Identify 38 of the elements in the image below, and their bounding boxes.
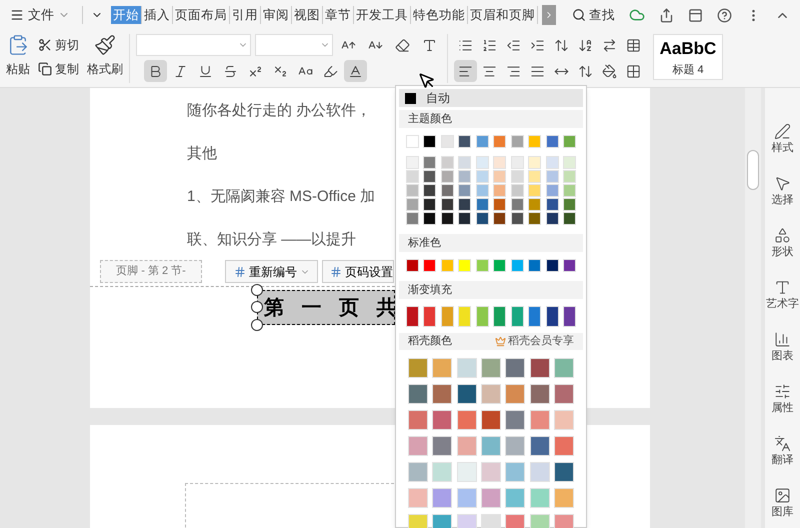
ribbon-tab[interactable]: 特色功能 <box>411 6 468 24</box>
sidebar-item[interactable]: 翻译 <box>772 435 794 473</box>
auto-color-item[interactable]: 自动 <box>399 89 583 107</box>
ribbon-tab[interactable]: 引用 <box>230 6 261 24</box>
footer-label: 页脚 - 第 2 节- <box>100 260 202 283</box>
paste-button[interactable]: 粘贴 <box>6 34 30 87</box>
ribbon-tab[interactable]: 开发工具 <box>354 6 411 24</box>
sidebar-item[interactable]: 属性 <box>772 383 794 421</box>
member-label: 稻壳会员专享 <box>495 333 574 350</box>
page-number-settings-button[interactable]: 页码设置 <box>322 260 394 283</box>
sidebar-item[interactable]: 图表 <box>772 331 794 369</box>
sidebar-item[interactable]: 样式 <box>772 123 794 161</box>
ribbon-tab[interactable]: 视图 <box>292 6 323 24</box>
sidebar-item[interactable]: 图库 <box>772 487 794 525</box>
section-heading: 标准色 <box>399 234 583 252</box>
search-button[interactable]: 查找 <box>572 6 615 24</box>
cut-button[interactable]: 剪切 <box>38 36 79 54</box>
renumber-button[interactable]: 重新编号 <box>225 260 318 283</box>
sidebar-item[interactable]: 选择 <box>772 175 794 213</box>
file-menu[interactable]: 文件 <box>6 5 74 25</box>
ribbon-tab[interactable]: 页面布局 <box>173 6 230 24</box>
format-painter-button[interactable]: 格式刷 <box>87 34 123 87</box>
paragraph: 随你各处行走的 办公软件， <box>187 101 372 121</box>
copy-button[interactable]: 复制 <box>38 60 79 78</box>
ribbon-tab[interactable]: 章节 <box>323 6 354 24</box>
ribbon-tab[interactable]: 审阅 <box>261 6 292 24</box>
section-heading: 主题颜色 <box>399 110 583 128</box>
paragraph: 1、无隔阂兼容 MS-Office 加 <box>187 187 376 207</box>
section-heading: 渐变填充 <box>399 281 583 299</box>
paragraph: 其他 <box>187 144 217 164</box>
style-preview[interactable]: AaBbC 标题 4 <box>653 34 723 80</box>
sidebar-item[interactable]: 艺术字 <box>766 279 799 317</box>
ribbon-tab[interactable]: 页眉和页脚 <box>468 6 538 24</box>
sidebar-item[interactable]: 形状 <box>772 227 794 265</box>
paragraph: 联、知识分享 ——以提升 <box>187 230 356 250</box>
section-heading: 稻壳颜色 <box>408 334 452 349</box>
page-number-text-box[interactable]: 第 一 页 共 <box>257 290 395 325</box>
ribbon-tab[interactable]: 插入 <box>142 6 173 24</box>
